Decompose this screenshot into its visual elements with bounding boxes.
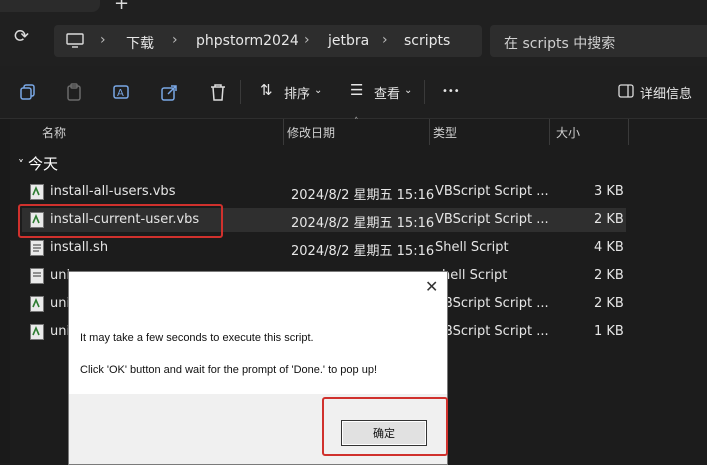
file-type: VBScript Script ... (435, 324, 549, 339)
chevron-right-icon: › (172, 32, 178, 48)
file-type: VBScript Script ... (435, 212, 549, 227)
column-divider[interactable] (628, 119, 629, 145)
divider (240, 80, 241, 104)
paste-icon[interactable] (64, 82, 84, 102)
column-divider[interactable] (429, 119, 430, 145)
share-icon[interactable] (160, 82, 180, 102)
column-header-date[interactable]: 修改日期 (287, 124, 335, 150)
details-pane-icon (618, 84, 634, 98)
breadcrumb-downloads[interactable]: 下载 (126, 33, 154, 53)
rename-icon[interactable]: A (112, 82, 132, 102)
copy-icon[interactable] (18, 82, 38, 102)
table-row[interactable]: install.sh 2024/8/2 星期五 15:16 Shell Scri… (22, 236, 626, 260)
shell-file-icon (30, 240, 44, 256)
dialog-message-line-1: It may take a few seconds to execute thi… (80, 332, 314, 344)
nav-pane-edge (0, 119, 10, 463)
group-label: 今天 (28, 155, 59, 173)
vbs-file-icon (30, 324, 44, 340)
address-bar[interactable]: › 下载 › phpstorm2024 › jetbra › scripts (54, 25, 482, 57)
chevron-right-icon: › (304, 32, 310, 48)
browser-tab[interactable] (0, 0, 100, 12)
highlight-box (18, 204, 223, 238)
chevron-right-icon: › (100, 32, 106, 48)
column-divider[interactable] (283, 119, 284, 145)
file-size: 2 KB (594, 212, 624, 227)
file-date: 2024/8/2 星期五 15:16 (291, 188, 435, 203)
chevron-down-icon: ⌄ (314, 85, 323, 96)
file-type: hell Script (442, 268, 508, 283)
view-icon: ☰ (350, 81, 364, 99)
chevron-down-icon: ˅ (18, 158, 24, 172)
refresh-icon[interactable]: ⟳ (14, 26, 29, 47)
chevron-down-icon: ⌄ (404, 85, 413, 96)
file-type: Shell Script (435, 240, 509, 255)
column-divider[interactable] (549, 119, 550, 145)
search-input[interactable]: 在 scripts 中搜索 (490, 25, 707, 57)
file-size: 3 KB (594, 184, 624, 199)
file-size: 2 KB (594, 296, 624, 311)
computer-icon[interactable] (66, 33, 84, 49)
group-header-today[interactable]: ˅ 今天 (18, 153, 58, 174)
close-icon[interactable]: ✕ (425, 277, 438, 296)
search-placeholder: 在 scripts 中搜索 (504, 36, 616, 52)
more-options-button[interactable]: ••• (442, 86, 460, 97)
file-date: 2024/8/2 星期五 15:16 (291, 216, 435, 231)
divider (424, 80, 425, 104)
breadcrumb-scripts[interactable]: scripts (404, 33, 450, 49)
breadcrumb-jetbra[interactable]: jetbra (328, 33, 369, 49)
file-type: VBScript Script ... (435, 184, 549, 199)
dialog-message-line-2: Click 'OK' button and wait for the promp… (80, 364, 378, 376)
file-size: 1 KB (594, 324, 624, 339)
file-date: 2024/8/2 星期五 15:16 (291, 244, 435, 259)
file-size: 4 KB (594, 240, 624, 255)
file-size: 2 KB (594, 268, 624, 283)
new-tab-icon[interactable]: + (114, 0, 129, 14)
delete-icon[interactable] (208, 82, 228, 102)
file-name: install.sh (50, 240, 109, 255)
sort-button[interactable]: 排序 (284, 83, 310, 102)
title-bar (0, 0, 707, 14)
vbs-file-icon (30, 184, 44, 200)
breadcrumb-phpstorm2024[interactable]: phpstorm2024 (196, 33, 299, 49)
details-button[interactable]: 详细信息 (640, 83, 692, 102)
sort-icon: ⇅ (260, 81, 273, 99)
view-button[interactable]: 查看 (374, 83, 400, 102)
sort-indicator-icon: ˄ (354, 117, 359, 127)
column-header-name[interactable]: 名称 (42, 124, 66, 150)
chevron-right-icon: › (382, 32, 388, 48)
file-type: VBScript Script ... (435, 296, 549, 311)
column-header-type[interactable]: 类型 (433, 124, 457, 150)
command-bar: A ⇅ 排序 ⌄ ☰ 查看 ⌄ ••• 详细信息 (0, 66, 707, 119)
svg-text:A: A (117, 88, 124, 99)
column-header-size[interactable]: 大小 (556, 124, 580, 150)
file-name: install-all-users.vbs (50, 184, 176, 199)
table-row[interactable]: install-all-users.vbs 2024/8/2 星期五 15:16… (22, 180, 626, 204)
shell-file-icon (30, 268, 44, 284)
highlight-box (322, 397, 448, 456)
dialog-title-bar[interactable]: ✕ (69, 272, 447, 302)
dialog-content: It may take a few seconds to execute thi… (69, 302, 447, 394)
vbs-file-icon (30, 296, 44, 312)
